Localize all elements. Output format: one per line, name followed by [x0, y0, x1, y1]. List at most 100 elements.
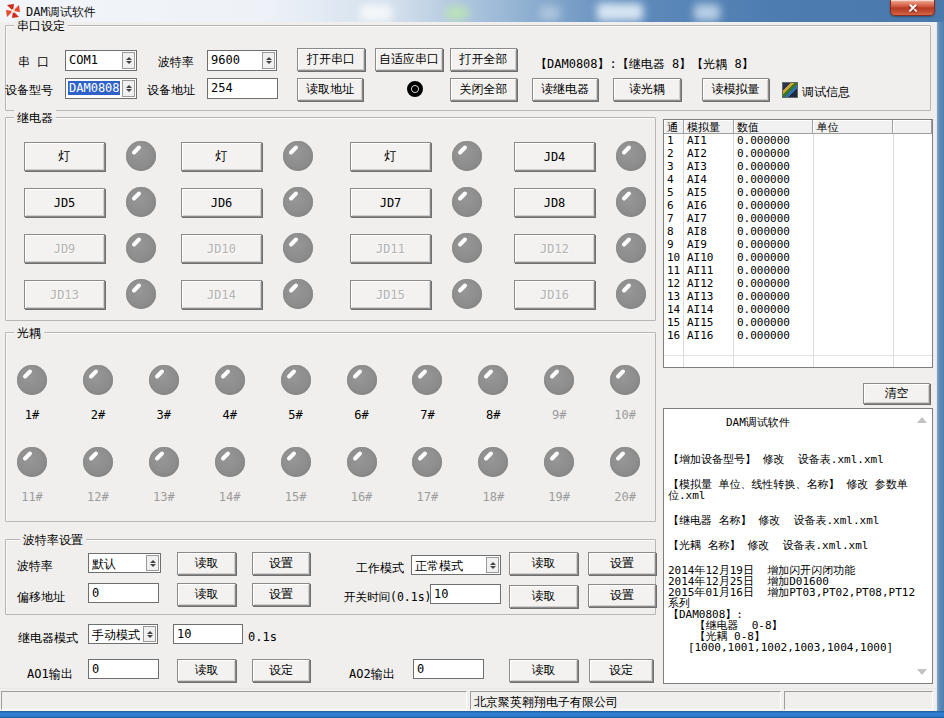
analog-row-3[interactable]: 3AI30.000000: [664, 160, 932, 173]
analog-row-4[interactable]: 4AI40.000000: [664, 173, 932, 186]
relay-mode-label: 继电器模式: [18, 630, 78, 647]
dropdown-spinner-icon[interactable]: [262, 52, 275, 69]
close-button[interactable]: [890, 0, 935, 16]
ao2-set-button[interactable]: 设定: [589, 659, 653, 682]
read-address-button[interactable]: 读取地址: [297, 78, 363, 101]
dropdown-spinner-icon[interactable]: [122, 52, 135, 69]
column-header-数值[interactable]: 数值: [734, 120, 814, 134]
relay-button-9: JD9: [24, 234, 105, 263]
analog-row-2[interactable]: 2AI20.000000: [664, 147, 932, 160]
ao1-input[interactable]: 0: [88, 659, 159, 679]
work-mode-combo[interactable]: 正常模式: [411, 555, 501, 575]
column-header-extra[interactable]: [893, 120, 932, 134]
analog-row-10[interactable]: 10AI100.000000: [664, 251, 932, 264]
relay-mode-combo[interactable]: 手动模式: [88, 624, 158, 644]
adaptive-serial-button[interactable]: 自适应串口: [375, 48, 443, 71]
device-model-combo[interactable]: DAM0808: [65, 78, 137, 99]
opto-label-20: 20#: [605, 490, 645, 504]
opto-label-4: 4#: [210, 408, 250, 422]
ao1-set-button[interactable]: 设定: [252, 659, 310, 682]
relay-button-1[interactable]: 灯: [24, 142, 105, 171]
read-opto-button[interactable]: 读光耦: [613, 78, 681, 101]
analog-row-15[interactable]: 15AI150.000000: [664, 316, 932, 329]
relay-group-label: 继电器: [14, 110, 56, 127]
relay-button-3[interactable]: 灯: [350, 142, 431, 171]
opto-indicator-16: [347, 447, 377, 477]
opto-indicator-12: [83, 447, 113, 477]
analog-row-13[interactable]: 13AI130.000000: [664, 290, 932, 303]
relay-button-2[interactable]: 灯: [181, 142, 262, 171]
column-header-通[interactable]: 通: [664, 120, 684, 134]
app-icon: [5, 3, 21, 19]
ao1-read-button[interactable]: 读取: [177, 659, 236, 682]
scroll-down-icon[interactable]: [917, 669, 927, 675]
relay-indicator-4: [616, 141, 646, 171]
relay-indicator-8: [616, 187, 646, 217]
offset-set-button[interactable]: 设置: [252, 583, 310, 606]
work-mode-read-button[interactable]: 读取: [509, 552, 578, 575]
open-serial-button[interactable]: 打开串口: [297, 48, 365, 71]
close-all-button[interactable]: 关闭全部: [450, 78, 517, 101]
window-border-right: [936, 22, 944, 711]
relay-mode-time-input[interactable]: 10: [173, 624, 243, 644]
analog-row-9[interactable]: 9AI90.000000: [664, 238, 932, 251]
relay-button-5[interactable]: JD5: [24, 188, 105, 217]
titlebar-glass-blob: [694, 4, 720, 21]
ao2-input[interactable]: 0: [413, 659, 484, 679]
analog-table: 通模拟量数值单位 1AI10.0000002AI20.0000003AI30.0…: [663, 119, 933, 368]
baud-set-button[interactable]: 设置: [252, 552, 310, 575]
relay-button-4[interactable]: JD4: [514, 142, 595, 171]
work-mode-set-button[interactable]: 设置: [588, 552, 656, 575]
baud-label: 波特率: [158, 54, 194, 71]
baud-read-button[interactable]: 读取: [177, 552, 236, 575]
analog-row-8[interactable]: 8AI80.000000: [664, 225, 932, 238]
baud-setting-combo[interactable]: 默认: [88, 553, 161, 573]
relay-button-7[interactable]: JD7: [350, 188, 431, 217]
switch-time-read-button[interactable]: 读取: [509, 585, 578, 608]
titlebar-glass-blob: [540, 6, 560, 20]
analog-row-1[interactable]: 1AI10.000000: [664, 134, 932, 147]
analog-row-11[interactable]: 11AI110.000000: [664, 264, 932, 277]
switch-time-input[interactable]: 10: [430, 584, 501, 604]
dropdown-spinner-icon[interactable]: [143, 626, 156, 642]
opto-label-17: 17#: [407, 490, 447, 504]
column-header-单位[interactable]: 单位: [813, 120, 893, 134]
device-address-label: 设备地址: [147, 82, 195, 99]
read-relay-button[interactable]: 读继电器: [532, 78, 598, 101]
opto-indicator-3: [149, 365, 179, 395]
baud-combo[interactable]: 9600: [207, 50, 277, 71]
analog-row-12[interactable]: 12AI120.000000: [664, 277, 932, 290]
dropdown-spinner-icon[interactable]: [122, 80, 135, 97]
ao2-read-button[interactable]: 读取: [509, 659, 578, 682]
opto-indicator-15: [281, 447, 311, 477]
relay-button-14: JD14: [181, 280, 262, 309]
offset-read-button[interactable]: 读取: [177, 583, 236, 606]
serial-port-combo[interactable]: COM1: [65, 50, 137, 71]
info-panel[interactable]: DAM调试软件【增加设备型号】 修改 设备表.xml.xml【模拟量 单位、线性…: [663, 408, 933, 684]
analog-row-7[interactable]: 7AI70.000000: [664, 212, 932, 225]
device-address-input[interactable]: 254: [207, 78, 278, 99]
scroll-up-icon[interactable]: [917, 417, 927, 423]
analog-row-6[interactable]: 6AI60.000000: [664, 199, 932, 212]
switch-time-set-button[interactable]: 设置: [588, 584, 656, 607]
relay-indicator-5: [126, 187, 156, 217]
relay-mode-unit-label: 0.1s: [248, 630, 277, 644]
analog-row-14[interactable]: 14AI140.000000: [664, 303, 932, 316]
dropdown-spinner-icon[interactable]: [486, 557, 499, 573]
column-header-模拟量[interactable]: 模拟量: [684, 120, 734, 134]
relay-button-8[interactable]: JD8: [514, 188, 595, 217]
opto-indicator-9: [544, 365, 574, 395]
relay-button-6[interactable]: JD6: [181, 188, 262, 217]
read-analog-button[interactable]: 读模拟量: [702, 78, 769, 101]
offset-address-input[interactable]: 0: [88, 583, 159, 603]
open-all-button[interactable]: 打开全部: [450, 48, 517, 71]
switch-time-label: 开关时间(0.1s): [344, 590, 432, 605]
opto-label-12: 12#: [78, 490, 118, 504]
clear-button[interactable]: 清空: [863, 383, 930, 404]
analog-row-5[interactable]: 5AI50.000000: [664, 186, 932, 199]
relay-indicator-1: [126, 141, 156, 171]
analog-row-16[interactable]: 16AI160.000000: [664, 329, 932, 342]
opto-label-19: 19#: [539, 490, 579, 504]
dropdown-spinner-icon[interactable]: [146, 555, 159, 571]
status-bar: 北京聚英翱翔电子有限公司: [0, 688, 936, 711]
